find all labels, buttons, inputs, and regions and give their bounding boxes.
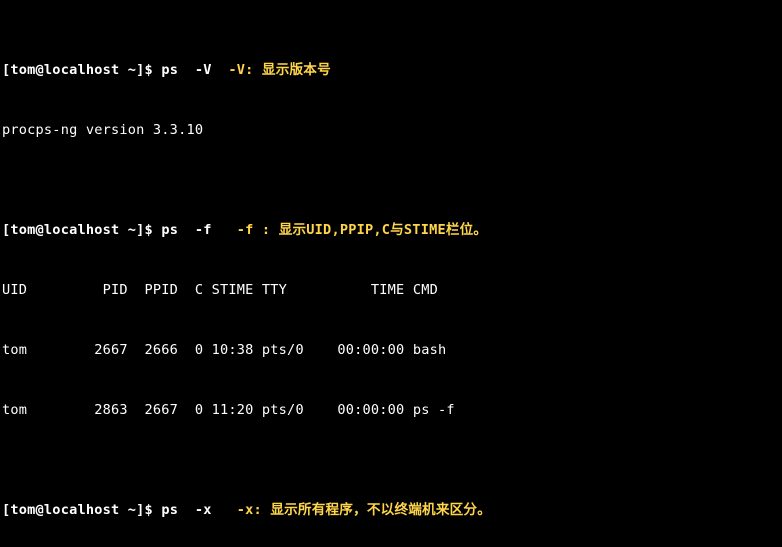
prompt-line-ps-x[interactable]: [tom@localhost ~]$ ps -x -x: 显示所有程序，不以终端… — [2, 500, 780, 520]
command-ps-x: ps -x — [161, 502, 211, 518]
prompt: [tom@localhost ~]$ — [2, 502, 161, 518]
terminal-window: [tom@localhost ~]$ ps -V -V: 显示版本号 procp… — [0, 0, 782, 547]
command-ps-f: ps -f — [161, 222, 211, 238]
psf-row: tom 2863 2667 0 11:20 pts/0 00:00:00 ps … — [2, 400, 780, 420]
prompt: [tom@localhost ~]$ — [2, 222, 161, 238]
command-ps-V: ps -V — [161, 62, 211, 78]
annotation-f: -f : 显示UID,PPIP,C与STIME栏位。 — [212, 222, 488, 238]
annotation-V: -V: 显示版本号 — [212, 62, 331, 78]
psf-header: UID PID PPID C STIME TTY TIME CMD — [2, 280, 780, 300]
psf-row: tom 2667 2666 0 10:38 pts/0 00:00:00 bas… — [2, 340, 780, 360]
prompt: [tom@localhost ~]$ — [2, 62, 161, 78]
version-output: procps-ng version 3.3.10 — [2, 120, 780, 140]
annotation-x: -x: 显示所有程序，不以终端机来区分。 — [212, 502, 491, 518]
prompt-line-ps-V[interactable]: [tom@localhost ~]$ ps -V -V: 显示版本号 — [2, 60, 780, 80]
prompt-line-ps-f[interactable]: [tom@localhost ~]$ ps -f -f : 显示UID,PPIP… — [2, 220, 780, 240]
